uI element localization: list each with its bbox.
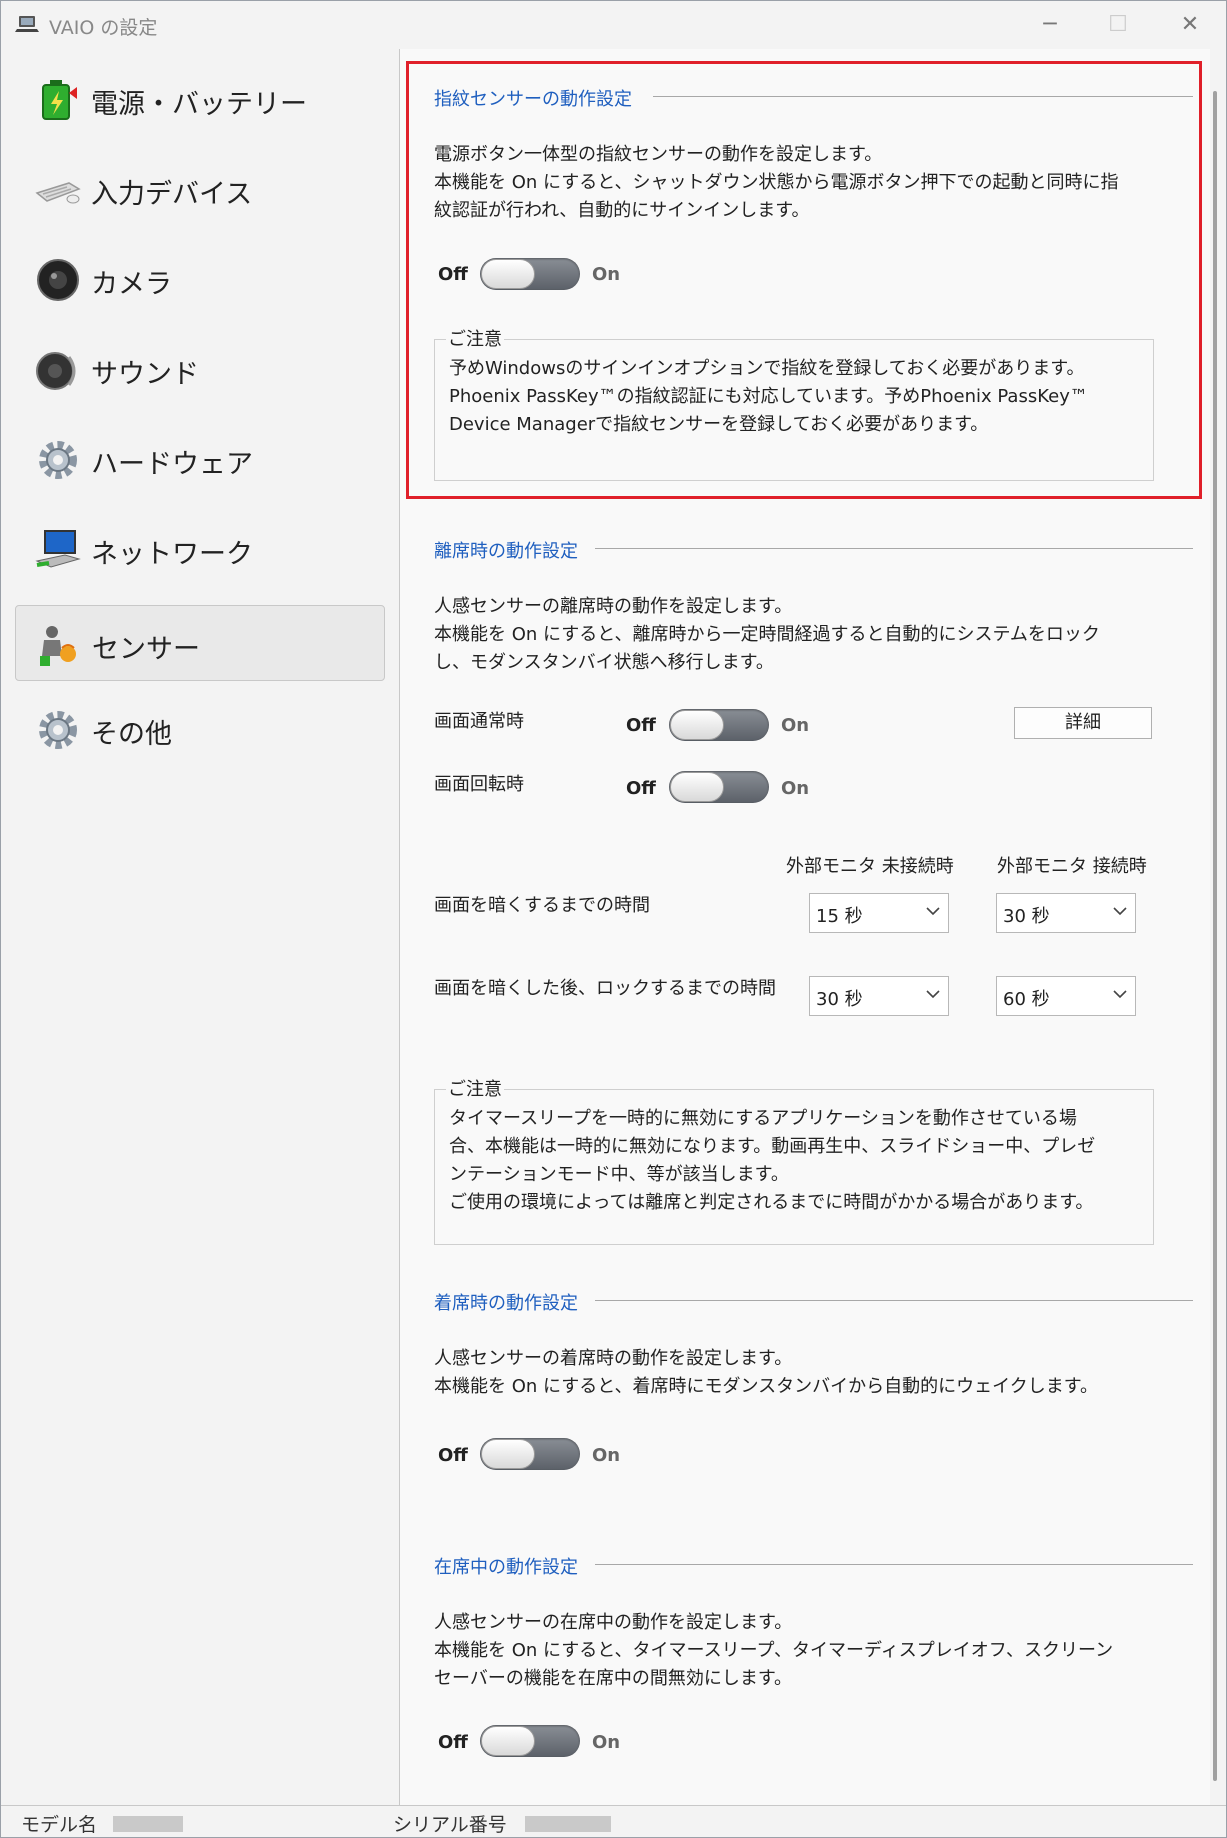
sidebar-item-sensor[interactable]: センサー — [15, 605, 385, 681]
sidebar-item-label: 電源・バッテリー — [91, 89, 307, 120]
sidebar-item-network[interactable]: ネットワーク — [15, 511, 385, 587]
screen-rotate-toggle[interactable] — [669, 771, 769, 803]
toggle-on-label: On — [781, 715, 810, 736]
toggle-on-label: On — [592, 1445, 621, 1466]
toggle-knob — [670, 710, 724, 740]
chevron-down-icon — [1113, 990, 1127, 999]
section-divider — [595, 1564, 1193, 1565]
description-text: し、モダンスタンバイ状態へ移行します。 — [434, 652, 774, 673]
description-text: 本機能を On にすると、離席時から一定時間経過すると自動的にシステムをロック — [434, 624, 1100, 645]
scrollbar-thumb[interactable] — [1213, 91, 1217, 1781]
sidebar-item-other[interactable]: その他 — [15, 691, 385, 767]
section-title-leaving: 離席時の動作設定 — [434, 541, 578, 562]
description-text: 人感センサーの離席時の動作を設定します。 — [434, 596, 793, 617]
chevron-down-icon — [1113, 907, 1127, 916]
description-text: 人感センサーの在席中の動作を設定します。 — [434, 1612, 793, 1633]
gear-icon — [39, 711, 77, 749]
sidebar-item-hardware[interactable]: ハードウェア — [15, 421, 385, 497]
toggle-knob — [481, 1439, 535, 1469]
lock-time-label: 画面を暗くした後、ロックするまでの時間 — [434, 978, 776, 999]
sidebar-item-sound[interactable]: サウンド — [15, 331, 385, 407]
select-value: 60 秒 — [1003, 989, 1050, 1010]
sidebar-item-label: 入力デバイス — [91, 179, 253, 210]
model-name-value-masked — [113, 1816, 183, 1832]
select-value: 30 秒 — [1003, 906, 1050, 927]
column-header-disconnected: 外部モニタ 未接続時 — [786, 856, 954, 877]
screen-rotate-label: 画面回転時 — [434, 774, 524, 795]
section-divider — [595, 548, 1193, 549]
title-bar: VAIO の設定 ─ ☐ ✕ — [1, 1, 1226, 49]
speaker-icon — [36, 352, 76, 390]
minimize-button[interactable]: ─ — [1025, 7, 1075, 43]
toggle-knob — [670, 772, 724, 802]
dim-time-label: 画面を暗くするまでの時間 — [434, 895, 650, 916]
toggle-off-label: Off — [626, 778, 656, 799]
sidebar: 電源・バッテリー 入力デバイス カメラ サウンド ハードウェア ネットワーク セ… — [1, 49, 399, 1805]
seated-toggle[interactable] — [480, 1438, 580, 1470]
battery-icon — [42, 80, 77, 120]
sidebar-item-label: ネットワーク — [91, 539, 253, 570]
column-header-connected: 外部モニタ 接続時 — [997, 856, 1147, 877]
gear-icon — [39, 441, 77, 479]
dim-time-disconnected-select[interactable]: 15 秒 — [809, 893, 949, 933]
vaio-settings-window: VAIO の設定 ─ ☐ ✕ 電源・バッテリー 入力デバイス カメラ サウンド … — [0, 0, 1227, 1838]
toggle-knob — [481, 1726, 535, 1756]
sidebar-item-input-devices[interactable]: 入力デバイス — [15, 151, 385, 227]
camera-icon — [37, 259, 79, 301]
model-name-label: モデル名 — [21, 1814, 98, 1836]
sidebar-item-label: サウンド — [91, 359, 199, 390]
screen-normal-toggle[interactable] — [669, 709, 769, 741]
screen-normal-label: 画面通常時 — [434, 711, 524, 732]
sidebar-item-label: ハードウェア — [91, 449, 253, 480]
lock-time-connected-select[interactable]: 60 秒 — [996, 976, 1136, 1016]
description-text: 本機能を On にすると、タイマースリープ、タイマーディスプレイオフ、スクリーン — [434, 1640, 1114, 1661]
status-bar: モデル名 シリアル番号 — [1, 1805, 1226, 1837]
app-icon — [15, 16, 39, 32]
window-title: VAIO の設定 — [49, 17, 158, 39]
section-title-present: 在席中の動作設定 — [434, 1557, 578, 1578]
notice-text: ンテーションモード中、等が該当します。 — [449, 1164, 789, 1185]
maximize-button[interactable]: ☐ — [1093, 7, 1143, 43]
sidebar-item-label: その他 — [91, 719, 172, 750]
sidebar-item-camera[interactable]: カメラ — [15, 241, 385, 317]
notice-label: ご注意 — [446, 1075, 504, 1101]
serial-number-label: シリアル番号 — [393, 1814, 507, 1836]
toggle-on-label: On — [781, 778, 810, 799]
detail-button[interactable]: 詳細 — [1014, 707, 1152, 739]
keyboard-icon — [35, 182, 81, 204]
dim-time-connected-select[interactable]: 30 秒 — [996, 893, 1136, 933]
sidebar-item-power-battery[interactable]: 電源・バッテリー — [15, 61, 385, 137]
select-value: 15 秒 — [816, 906, 863, 927]
notice-text: 合、本機能は一時的に無効になります。動画再生中、スライドショー中、プレゼ — [449, 1136, 1096, 1157]
sensor-icon — [40, 626, 76, 666]
network-icon — [35, 530, 81, 568]
toggle-off-label: Off — [626, 715, 656, 736]
close-button[interactable]: ✕ — [1165, 7, 1215, 43]
sidebar-item-label: カメラ — [91, 269, 172, 300]
description-text: 人感センサーの着席時の動作を設定します。 — [434, 1348, 793, 1369]
sidebar-item-label: センサー — [92, 634, 200, 665]
toggle-off-label: Off — [438, 1732, 468, 1753]
toggle-on-label: On — [592, 1732, 621, 1753]
description-text: セーバーの機能を在席中の間無効にします。 — [434, 1668, 793, 1689]
chevron-down-icon — [926, 990, 940, 999]
present-toggle[interactable] — [480, 1725, 580, 1757]
lock-time-disconnected-select[interactable]: 30 秒 — [809, 976, 949, 1016]
toggle-off-label: Off — [438, 1445, 468, 1466]
notice-text: タイマースリープを一時的に無効にするアプリケーションを動作させている場 — [449, 1108, 1077, 1129]
highlight-frame — [406, 61, 1202, 499]
serial-number-value-masked — [525, 1816, 611, 1832]
section-divider — [595, 1300, 1193, 1301]
section-title-seated: 着席時の動作設定 — [434, 1293, 578, 1314]
notice-text: ご使用の環境によっては離席と判定されるまでに時間がかかる場合があります。 — [449, 1192, 1094, 1213]
chevron-down-icon — [926, 907, 940, 916]
select-value: 30 秒 — [816, 989, 863, 1010]
description-text: 本機能を On にすると、着席時にモダンスタンバイから自動的にウェイクします。 — [434, 1376, 1098, 1397]
